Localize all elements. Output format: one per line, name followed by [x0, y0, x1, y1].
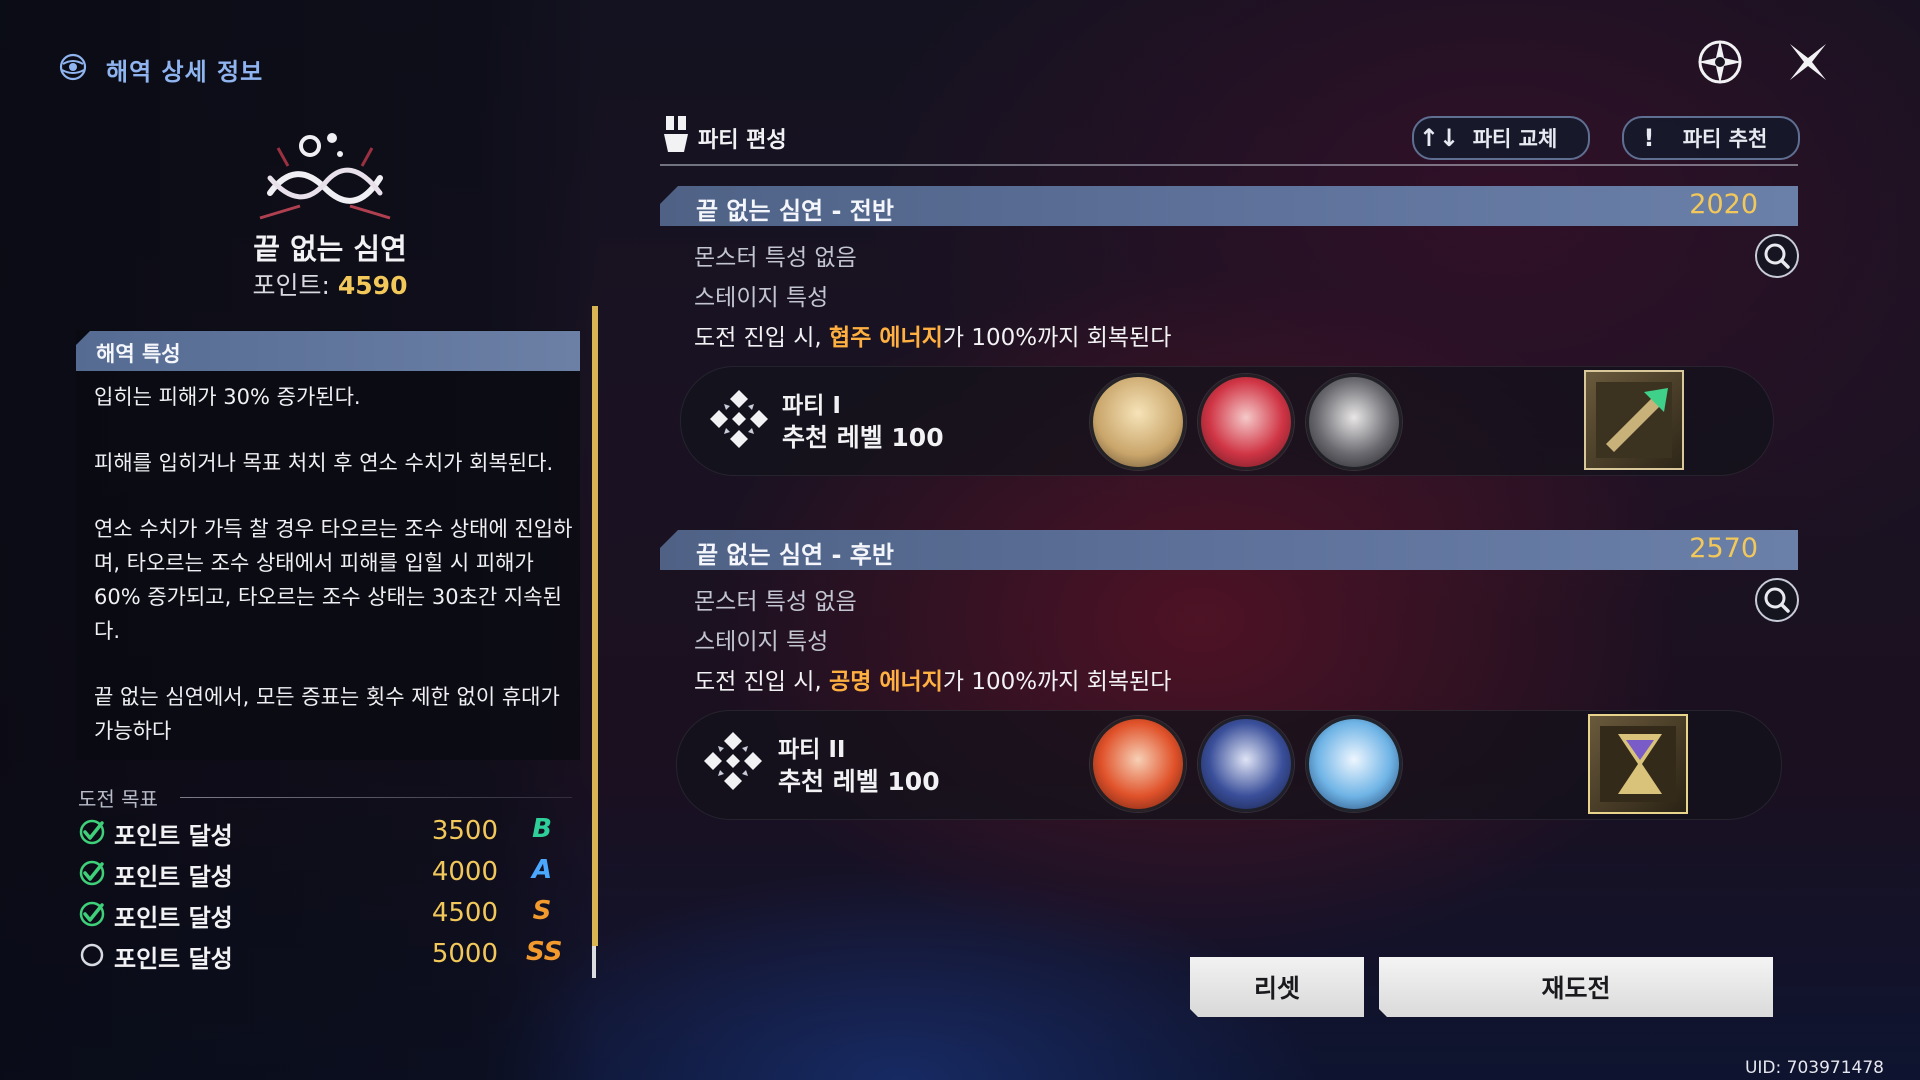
monster-trait: 몬스터 특성 없음 — [694, 589, 857, 615]
stage-trait-description: 도전 진입 시, 협주 에너지가 100%까지 회복된다 — [694, 318, 1171, 352]
check-icon — [78, 900, 106, 928]
character-avatar[interactable] — [1198, 716, 1294, 812]
header-divider — [660, 164, 1798, 166]
party-name: 파티 I — [782, 393, 841, 419]
party-recommended-level: 추천 레벨 100 — [778, 767, 940, 796]
goal-label: 포인트 달성 — [114, 904, 233, 932]
check-icon — [78, 818, 106, 846]
character-avatar[interactable] — [1306, 374, 1402, 470]
points-label: 포인트: — [252, 271, 338, 300]
goal-row: 포인트 달성 4000 A — [78, 853, 578, 893]
party-emblem-icon — [704, 732, 762, 790]
party-recommend-button[interactable]: ! 파티 추천 — [1622, 116, 1800, 160]
traits-header: 해역 특성 — [96, 342, 181, 366]
desc-highlight: 협주 에너지 — [829, 325, 943, 351]
abyss-emblem-icon — [259, 133, 391, 220]
party-name: 파티 II — [778, 737, 846, 763]
party-recommend-label: 파티 추천 — [1682, 127, 1768, 151]
traits-list[interactable]: 입히는 피해가 30% 증가된다. 피해를 입히거나 목표 처치 후 연소 수치… — [94, 380, 574, 780]
trait-text: 끝 없는 심연에서, 모든 증표는 횟수 제한 없이 휴대가 가능하다 — [94, 685, 560, 743]
points-value: 4590 — [337, 271, 408, 300]
party-swap-label: 파티 교체 — [1472, 127, 1558, 151]
empty-circle-icon — [78, 941, 106, 969]
stage-trait-description: 도전 진입 시, 공명 에너지가 100%까지 회복된다 — [694, 662, 1171, 696]
points-display: 포인트: 4590 — [230, 266, 430, 302]
desc-suffix: 가 100%까지 회복된다 — [942, 325, 1172, 351]
swap-icon: ↑↓ — [1418, 124, 1460, 152]
user-id: UID: 703971478 — [1744, 1058, 1884, 1078]
character-avatar[interactable] — [1198, 374, 1294, 470]
trait-text: 연소 수치가 가득 찰 경우 타오르는 조수 상태에 진입하며, 타오르는 조수… — [94, 517, 573, 643]
goal-value: 5000 — [431, 939, 498, 969]
goal-row: 포인트 달성 5000 SS — [78, 935, 578, 975]
search-icon[interactable] — [1755, 578, 1799, 622]
section-title: 끝 없는 심연 - 전반 — [696, 197, 894, 225]
desc-prefix: 도전 진입 시, — [694, 325, 830, 351]
goals-title: 도전 목표 — [78, 787, 158, 811]
stage-name: 끝 없는 심연 — [253, 232, 407, 266]
panel-title: 해역 상세 정보 — [106, 58, 264, 86]
party-emblem-icon — [710, 390, 768, 448]
party-recommended-level: 추천 레벨 100 — [782, 423, 944, 452]
party-icon — [664, 116, 688, 152]
globe-icon — [59, 53, 87, 81]
goal-label: 포인트 달성 — [114, 863, 233, 891]
goals-divider — [180, 797, 572, 798]
section-title: 끝 없는 심연 - 후반 — [696, 541, 894, 569]
hourglass-item-icon — [1600, 726, 1676, 802]
goal-label: 포인트 달성 — [114, 822, 233, 850]
character-avatar[interactable] — [1306, 716, 1402, 812]
exclamation-icon: ! — [1643, 124, 1655, 152]
echo-item-icon — [1596, 382, 1672, 458]
monster-trait: 몬스터 특성 없음 — [694, 245, 857, 271]
reset-button[interactable]: 리셋 — [1190, 957, 1364, 1017]
character-avatar[interactable] — [1090, 374, 1186, 470]
search-icon[interactable] — [1755, 234, 1799, 278]
stage-trait-label: 스테이지 특성 — [694, 285, 829, 311]
character-avatar[interactable] — [1090, 716, 1186, 812]
goal-label: 포인트 달성 — [114, 945, 233, 973]
goal-value: 3500 — [431, 816, 498, 846]
party-swap-button[interactable]: ↑↓ 파티 교체 — [1412, 116, 1590, 160]
desc-prefix: 도전 진입 시, — [694, 669, 830, 695]
trait-text: 피해를 입히거나 목표 처치 후 연소 수치가 회복된다. — [94, 451, 554, 475]
echo-item-card[interactable] — [1588, 714, 1688, 814]
party-title: 파티 편성 — [698, 128, 787, 153]
goal-row: 포인트 달성 3500 B — [78, 812, 578, 852]
compass-icon[interactable] — [1694, 36, 1746, 88]
goal-rank-badge: SS — [526, 937, 563, 967]
retry-button[interactable]: 재도전 — [1379, 957, 1773, 1017]
check-icon — [78, 859, 106, 887]
close-icon[interactable] — [1782, 36, 1834, 88]
goal-rank-badge: S — [532, 896, 552, 926]
trait-text: 입히는 피해가 30% 증가된다. — [94, 385, 361, 409]
scrollbar-thumb[interactable] — [592, 306, 598, 946]
goal-rank-badge: B — [532, 814, 552, 844]
stage-trait-label: 스테이지 특성 — [694, 629, 829, 655]
goal-rank-badge: A — [531, 855, 553, 885]
goal-value: 4000 — [431, 857, 498, 887]
goal-row: 포인트 달성 4500 S — [78, 894, 578, 934]
section-score: 2020 — [1689, 189, 1758, 220]
desc-suffix: 가 100%까지 회복된다 — [942, 669, 1172, 695]
desc-highlight: 공명 에너지 — [829, 669, 943, 695]
section-score: 2570 — [1689, 533, 1758, 564]
goal-value: 4500 — [431, 898, 498, 928]
echo-item-card[interactable] — [1584, 370, 1684, 470]
